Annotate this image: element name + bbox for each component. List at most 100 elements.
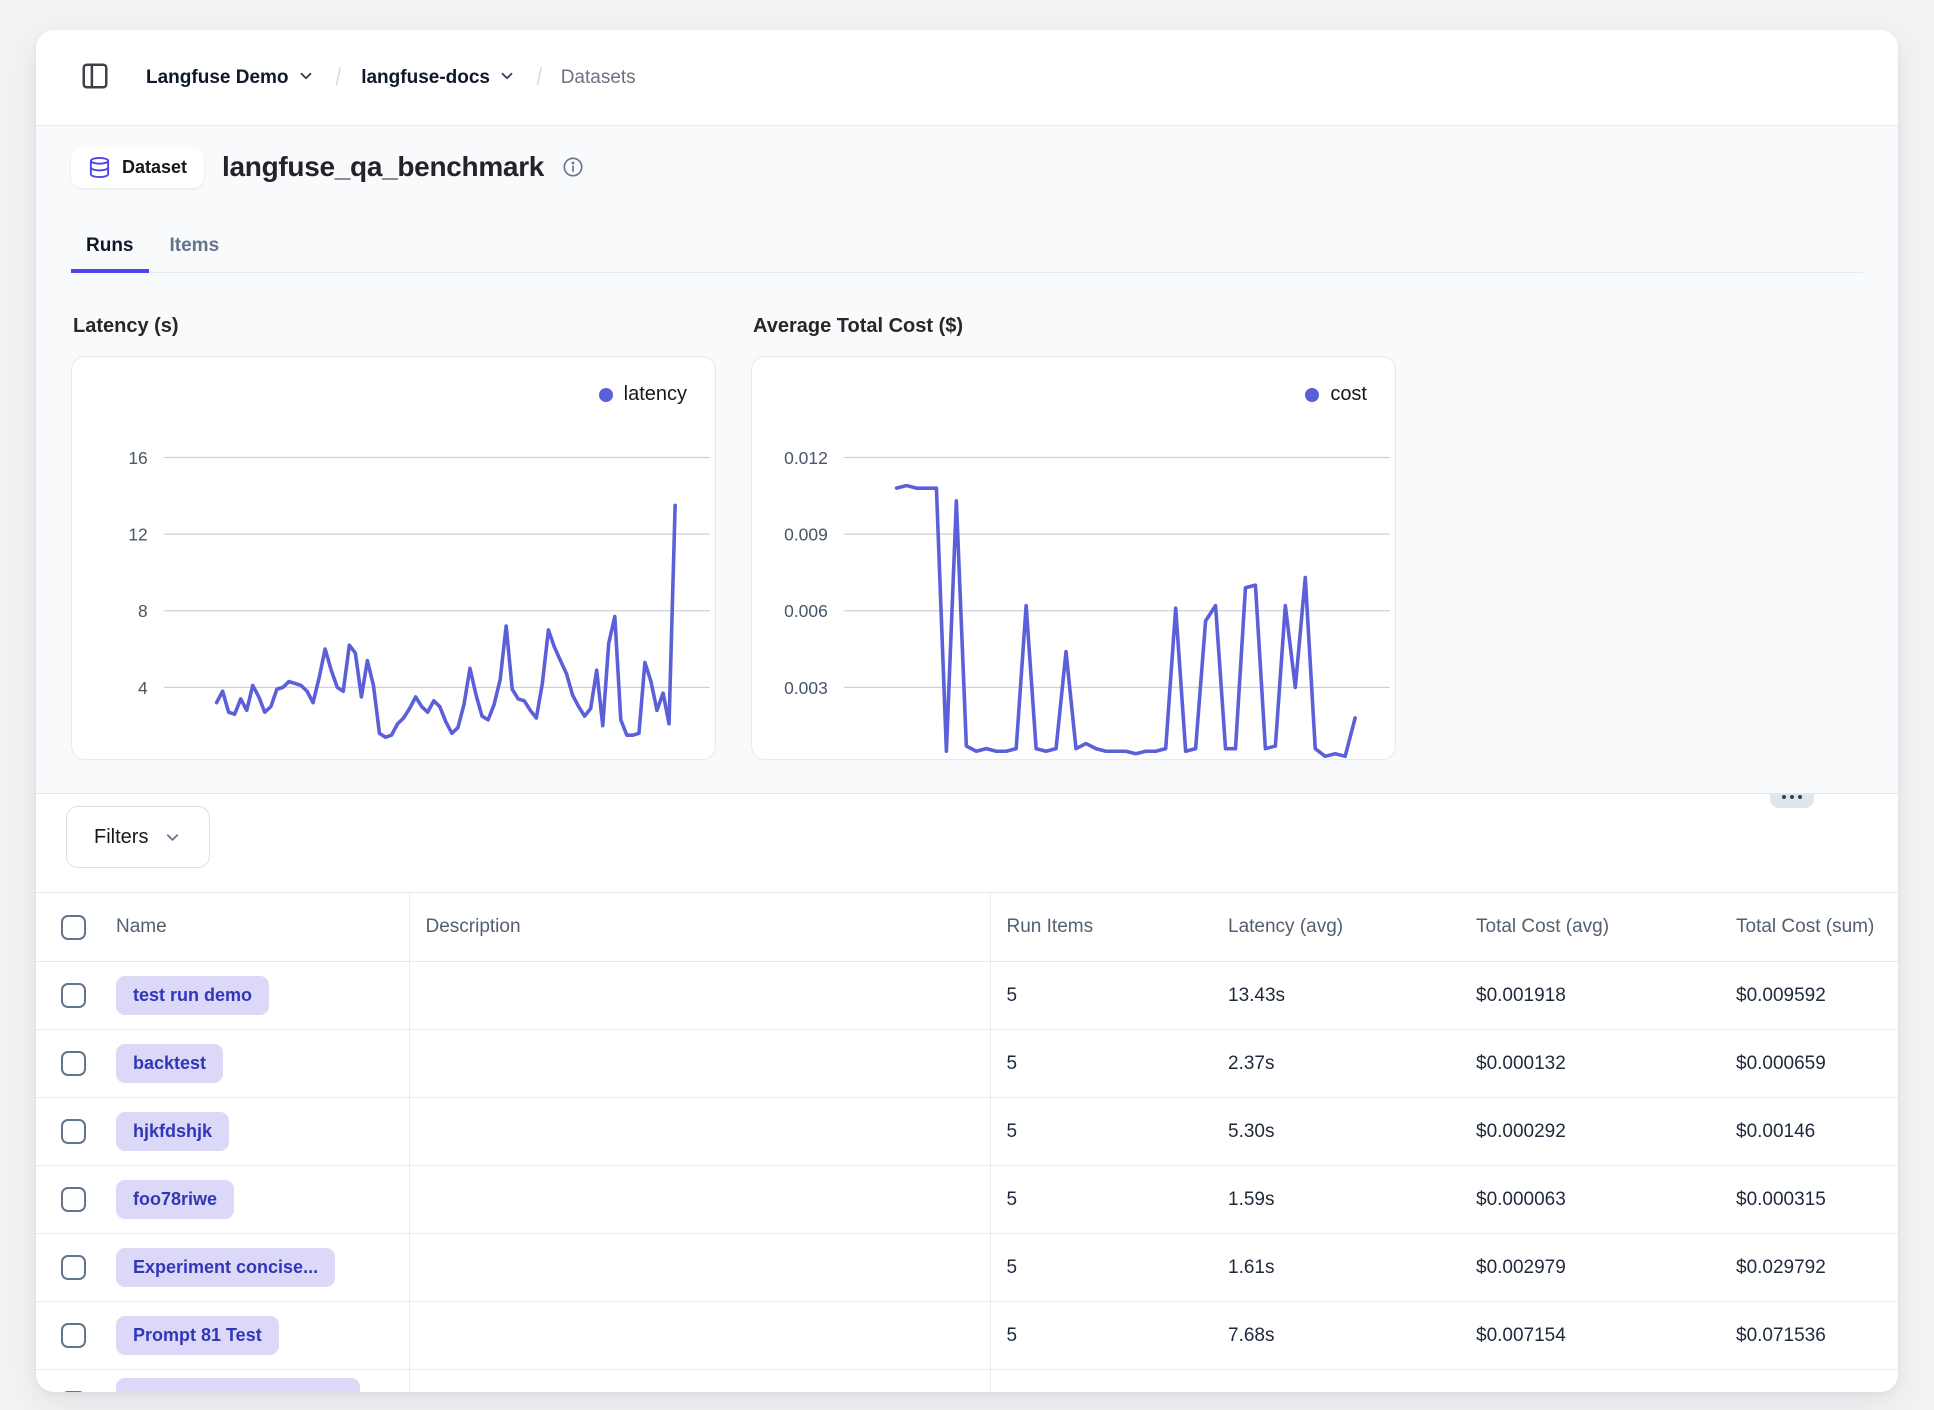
dataset-title-row: Dataset langfuse_qa_benchmark <box>71 144 1863 190</box>
cost-chart-card: 0.0030.0060.0090.012 cost <box>751 356 1396 760</box>
svg-text:0.009: 0.009 <box>784 525 828 545</box>
run-items-cell <box>990 1370 1212 1393</box>
row-checkbox[interactable] <box>61 983 86 1008</box>
run-name-cell <box>100 1370 409 1393</box>
row-checkbox[interactable] <box>61 1051 86 1076</box>
chevron-down-icon <box>163 828 182 847</box>
legend-dot-icon <box>599 388 613 402</box>
run-items-cell: 5 <box>990 1302 1212 1370</box>
table-row: test run demo513.43s$0.001918$0.009592 <box>36 962 1898 1030</box>
tab-runs[interactable]: Runs <box>71 224 149 272</box>
column-header-total-cost-sum: Total Cost (sum) <box>1720 893 1898 962</box>
svg-text:0.003: 0.003 <box>784 678 828 698</box>
latency-avg-cell: 1.61s <box>1212 1234 1460 1302</box>
chart-title: Average Total Cost ($) <box>753 315 1396 338</box>
total-cost-avg-cell: $0.002979 <box>1460 1234 1720 1302</box>
column-header-run-items: Run Items <box>990 893 1212 962</box>
total-cost-sum-cell <box>1720 1370 1898 1393</box>
svg-text:4: 4 <box>138 678 148 698</box>
run-name-pill[interactable]: test run demo <box>116 976 269 1015</box>
run-description-cell <box>409 1166 990 1234</box>
run-name-cell: test run demo <box>100 962 409 1030</box>
panel-left-icon <box>80 61 110 94</box>
row-checkbox[interactable] <box>61 1323 86 1348</box>
cost-line-plot: 0.0030.0060.0090.012 <box>752 357 1395 759</box>
run-name-pill[interactable]: backtest <box>116 1044 223 1083</box>
select-all-checkbox[interactable] <box>61 915 86 940</box>
table-row: hjkfdshjk55.30s$0.000292$0.00146 <box>36 1098 1898 1166</box>
app-header: Langfuse Demo / langfuse-docs / Datasets <box>36 30 1898 125</box>
total-cost-sum-cell: $0.000659 <box>1720 1030 1898 1098</box>
chevron-down-icon <box>498 67 516 91</box>
run-name-pill[interactable]: hjkfdshjk <box>116 1112 229 1151</box>
table-row: Prompt 81 Test57.68s$0.007154$0.071536 <box>36 1302 1898 1370</box>
breadcrumb-page-label[interactable]: Datasets <box>557 63 640 93</box>
info-icon[interactable] <box>562 156 584 178</box>
table-row: backtest 52.37s$0.000132$0.000659 <box>36 1030 1898 1098</box>
row-checkbox-cell <box>36 1098 100 1166</box>
table-body: test run demo513.43s$0.001918$0.009592ba… <box>36 962 1898 1393</box>
run-name-cell: backtest <box>100 1030 409 1098</box>
row-checkbox[interactable] <box>61 1119 86 1144</box>
latency-chart-card: 4 8 12 16 latency <box>71 356 716 760</box>
run-name-pill[interactable]: Experiment concise... <box>116 1248 335 1287</box>
breadcrumb-project-button[interactable]: langfuse-docs <box>355 61 522 95</box>
charts-row: Latency (s) 481216 latency Average Total… <box>71 315 1863 760</box>
legend-label: latency <box>624 383 687 406</box>
latency-avg-cell: 2.37s <box>1212 1030 1460 1098</box>
chart-legend: latency <box>599 383 687 406</box>
tabs: RunsItems <box>71 224 1863 273</box>
svg-text:16: 16 <box>128 448 147 468</box>
table-row: foo78riwe51.59s$0.000063$0.000315 <box>36 1166 1898 1234</box>
row-checkbox-cell <box>36 962 100 1030</box>
latency-avg-cell: 1.59s <box>1212 1166 1460 1234</box>
filters-button-label: Filters <box>94 826 148 849</box>
breadcrumb-separator: / <box>335 64 340 92</box>
total-cost-sum-cell: $0.029792 <box>1720 1234 1898 1302</box>
row-checkbox-cell <box>36 1166 100 1234</box>
column-header-name: Name <box>100 893 409 962</box>
run-name-pill[interactable] <box>116 1378 360 1393</box>
breadcrumb-org-button[interactable]: Langfuse Demo <box>140 61 321 95</box>
row-checkbox[interactable] <box>61 1255 86 1280</box>
total-cost-sum-cell: $0.071536 <box>1720 1302 1898 1370</box>
svg-text:8: 8 <box>138 601 148 621</box>
run-items-cell: 5 <box>990 1098 1212 1166</box>
run-name-cell: hjkfdshjk <box>100 1098 409 1166</box>
latency-chart-block: Latency (s) 481216 latency <box>71 315 716 760</box>
runs-table: Name Description Run Items Latency (avg)… <box>36 892 1898 1392</box>
total-cost-sum-cell: $0.009592 <box>1720 962 1898 1030</box>
run-description-cell <box>409 1030 990 1098</box>
resize-grip-handle[interactable] <box>1770 794 1814 808</box>
sidebar-toggle-button[interactable] <box>74 57 116 99</box>
row-checkbox[interactable] <box>61 1187 86 1212</box>
row-checkbox-cell <box>36 1302 100 1370</box>
run-name-pill[interactable]: foo78riwe <box>116 1180 234 1219</box>
total-cost-avg-cell: $0.000063 <box>1460 1166 1720 1234</box>
tab-items[interactable]: Items <box>155 224 235 272</box>
run-name-cell: Experiment concise... <box>100 1234 409 1302</box>
column-header-description: Description <box>409 893 990 962</box>
breadcrumb-org-label: Langfuse Demo <box>146 67 289 89</box>
dataset-badge: Dataset <box>71 147 204 188</box>
svg-text:12: 12 <box>128 525 147 545</box>
run-name-pill[interactable]: Prompt 81 Test <box>116 1316 279 1355</box>
run-description-cell <box>409 1370 990 1393</box>
breadcrumb: Langfuse Demo / langfuse-docs / Datasets <box>140 61 640 95</box>
row-checkbox-cell <box>36 1030 100 1098</box>
row-checkbox[interactable] <box>61 1391 86 1392</box>
table-row: Experiment concise...51.61s$0.002979$0.0… <box>36 1234 1898 1302</box>
run-description-cell <box>409 1234 990 1302</box>
run-name-cell: foo78riwe <box>100 1166 409 1234</box>
run-items-cell: 5 <box>990 1030 1212 1098</box>
svg-text:0.006: 0.006 <box>784 601 828 621</box>
legend-label: cost <box>1330 383 1367 406</box>
database-icon <box>88 156 111 179</box>
latency-line-plot: 4 8 12 16 <box>72 357 715 759</box>
filters-button[interactable]: Filters <box>66 806 210 868</box>
page-title: langfuse_qa_benchmark <box>222 151 544 183</box>
row-checkbox-cell <box>36 1370 100 1393</box>
total-cost-avg-cell: $0.000132 <box>1460 1030 1720 1098</box>
latency-avg-cell: 13.43s <box>1212 962 1460 1030</box>
breadcrumb-project-label: langfuse-docs <box>361 67 490 89</box>
